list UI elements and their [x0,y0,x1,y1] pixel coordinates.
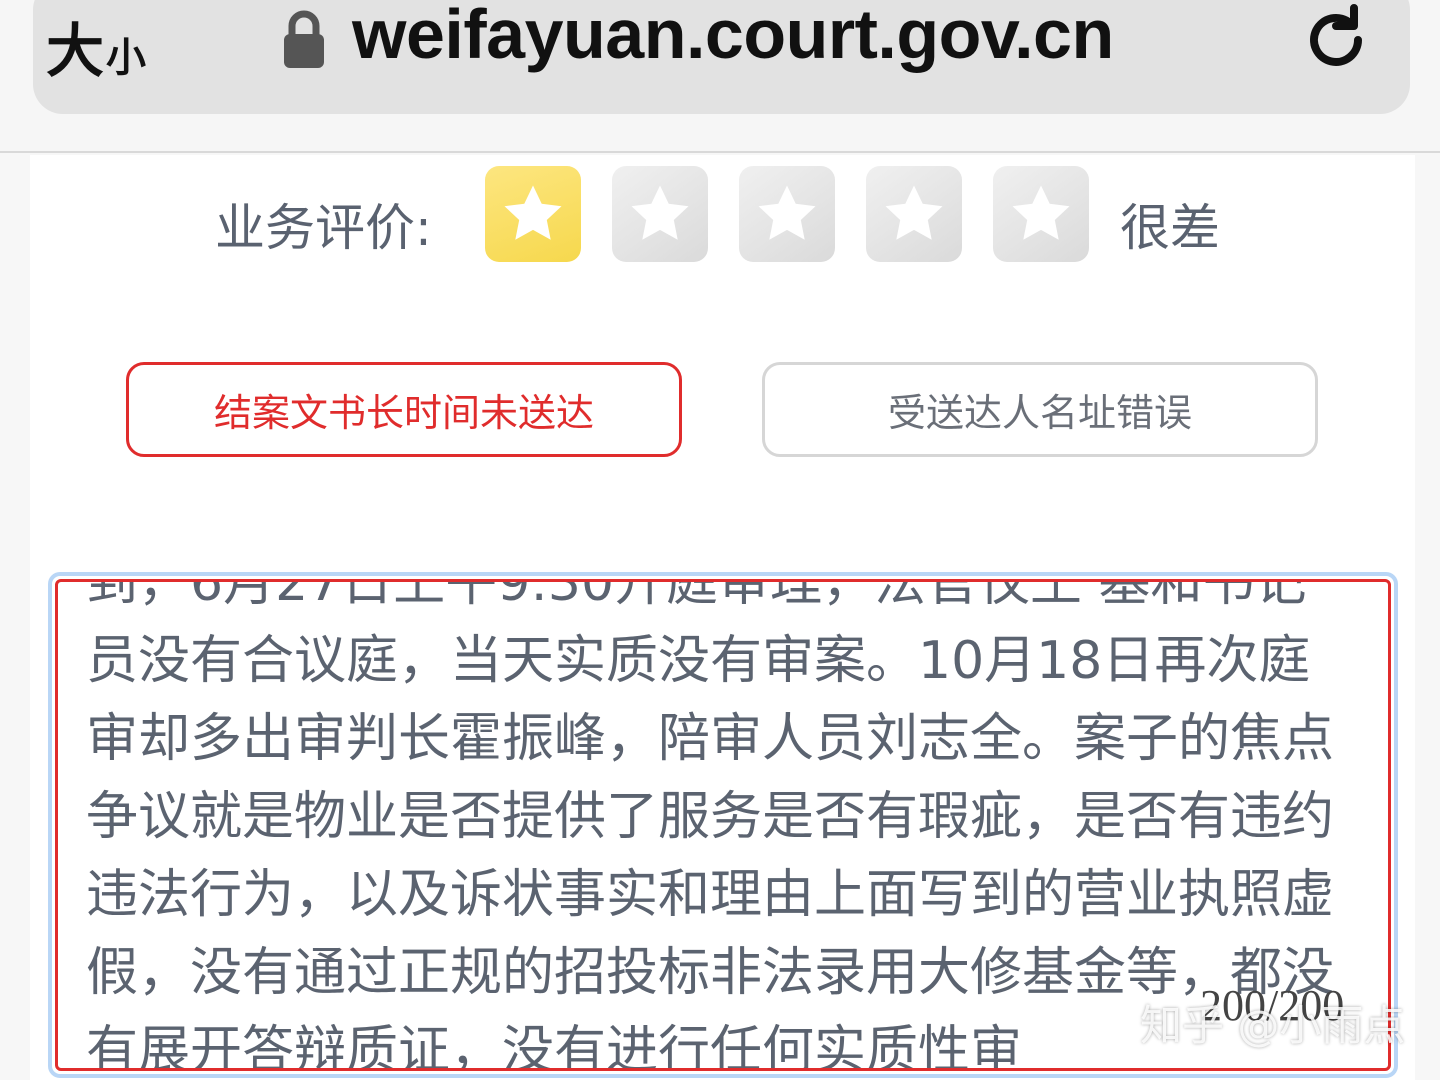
text-size-button[interactable]: 大小 [46,4,146,88]
rating-description: 很差 [1120,199,1220,257]
text-size-large-label: 大 [46,17,105,85]
browser-toolbar: 大小 weifayuan.court.gov.cn [0,0,1440,153]
text-size-small-label: 小 [106,35,147,81]
tag-unserved-judgment[interactable]: 结案文书长时间未送达 [126,362,682,457]
star-2-icon[interactable] [612,166,708,262]
url-text[interactable]: weifayuan.court.gov.cn [352,0,1114,74]
star-1-icon[interactable] [485,166,581,262]
star-3-icon[interactable] [739,166,835,262]
watermark: 知乎 @小雨点 [1140,1001,1406,1050]
tag-wrong-address[interactable]: 受送达人名址错误 [762,362,1318,457]
star-5-icon[interactable] [993,166,1089,262]
star-4-icon[interactable] [866,166,962,262]
lock-icon [284,10,324,68]
rating-label: 业务评价: [215,199,432,257]
reload-icon[interactable] [1298,2,1374,78]
